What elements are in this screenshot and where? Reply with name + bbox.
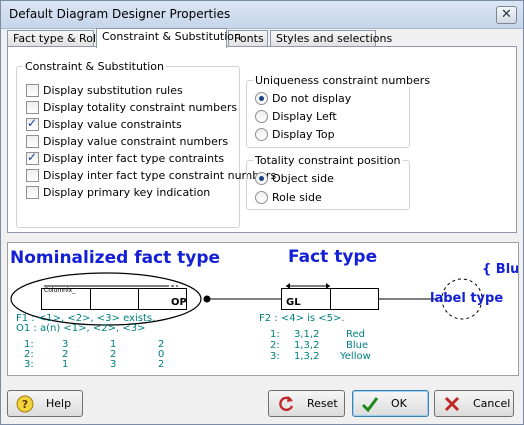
cancel-button-label: Cancel: [473, 397, 511, 410]
population-cell: 2: [158, 359, 165, 370]
population-cell: 1,3,2: [294, 340, 320, 351]
checkbox-box[interactable]: ✓: [26, 149, 39, 165]
radio-dot: [259, 95, 264, 101]
checkbox-box[interactable]: [26, 134, 39, 148]
checkbox-inter-fact-constraint-numbers[interactable]: Display inter fact type constraint numbe…: [26, 167, 276, 183]
radio-dot: [259, 175, 264, 181]
help-button[interactable]: ? Help: [7, 390, 83, 417]
help-button-label: Help: [46, 397, 72, 410]
radio-role-side[interactable]: Role side: [255, 189, 322, 205]
radio-display-top[interactable]: Display Top: [255, 126, 335, 142]
title-bar: Default Diagram Designer Properties ✕: [1, 1, 523, 29]
label-type-text: label type: [430, 291, 504, 306]
population-cell: Red: [346, 329, 365, 340]
o1-reading: O1 : a(n) <1>, <2>, <3>: [16, 323, 146, 334]
reset-button[interactable]: Reset: [268, 390, 345, 417]
column-label: Columnix_: [44, 287, 76, 294]
group-title: Totality constraint position: [253, 154, 403, 167]
checkbox-label: Display substitution rules: [43, 83, 183, 97]
help-icon: ?: [14, 393, 36, 415]
population-cell: Blue: [346, 340, 369, 351]
population-index: 1:: [270, 329, 280, 340]
checkbox-box[interactable]: [26, 185, 39, 199]
checkbox-value-constraint-numbers[interactable]: Display value constraint numbers: [26, 133, 228, 149]
ok-button-label: OK: [391, 397, 407, 410]
radio-object-side[interactable]: Object side: [255, 170, 334, 186]
checkmark-icon: ✓: [27, 115, 38, 130]
uniqueness-numbers-group: Uniqueness constraint numbers Do not dis…: [246, 74, 433, 148]
radio-circle[interactable]: [255, 190, 268, 204]
diagram-preview: Nominalized fact type Fact type { Blu Co…: [7, 242, 519, 376]
dialog-window: Default Diagram Designer Properties ✕ Fa…: [0, 0, 524, 425]
checkmark-icon: ✓: [27, 149, 38, 164]
tab-panel: Constraint & Substitution Display substi…: [7, 46, 517, 233]
population-cell: Yellow: [340, 351, 371, 362]
population-cell: 1: [62, 359, 69, 370]
reset-button-label: Reset: [307, 397, 338, 410]
radio-label: Object side: [272, 171, 334, 185]
radio-label: Role side: [272, 190, 322, 204]
reset-icon: [275, 393, 297, 415]
checkbox-box[interactable]: [26, 83, 39, 97]
cancel-button[interactable]: Cancel: [434, 390, 514, 417]
op-label: OP: [171, 297, 187, 308]
tab-label: Constraint & Substitution: [102, 30, 241, 43]
tab-label: Styles and selections: [276, 32, 393, 45]
radio-do-not-display[interactable]: Do not display: [255, 90, 351, 106]
role-divider: [90, 289, 91, 309]
button-bar: ? Help Reset OK Cancel: [1, 380, 523, 424]
tab-fact-type-role[interactable]: Fact type & Role: [7, 30, 103, 47]
svg-text:?: ?: [22, 398, 28, 411]
radio-display-left[interactable]: Display Left: [255, 108, 337, 124]
close-button[interactable]: ✕: [496, 6, 517, 24]
radio-label: Display Left: [272, 109, 337, 123]
checkbox-totality-numbers[interactable]: Display totality constraint numbers: [26, 99, 237, 115]
checkbox-label: Display inter fact type constraint numbe…: [43, 168, 277, 182]
nominalized-fact-box: Columnix_ OP: [41, 287, 187, 310]
radio-circle[interactable]: [255, 109, 268, 123]
population-index: 2:: [270, 340, 280, 351]
window-title: Default Diagram Designer Properties: [9, 7, 231, 21]
checkbox-box[interactable]: [26, 100, 39, 114]
group-title: Uniqueness constraint numbers: [253, 74, 433, 87]
radio-label: Do not display: [272, 91, 352, 105]
population-index: 3:: [24, 359, 34, 370]
role-divider: [330, 289, 331, 309]
checkbox-label: Display primary key indication: [43, 185, 211, 199]
population-cell: 3,1,2: [294, 329, 320, 340]
radio-circle[interactable]: [255, 171, 268, 185]
population-cell: 1,3,2: [294, 351, 320, 362]
checkbox-box[interactable]: ✓: [26, 115, 39, 131]
group-title: Constraint & Substitution: [23, 60, 166, 73]
radio-circle[interactable]: [255, 127, 268, 141]
population-cell: 3: [110, 359, 117, 370]
population-index: 3:: [270, 351, 280, 362]
totality-position-group: Totality constraint position Object side…: [246, 154, 410, 210]
role-divider: [138, 289, 139, 309]
checkbox-value-constraints[interactable]: ✓ Display value constraints: [26, 116, 182, 132]
checkbox-substitution-rules[interactable]: Display substitution rules: [26, 82, 183, 98]
gl-label: GL: [286, 297, 301, 308]
f2-reading: F2 : <4> is <5>.: [259, 313, 345, 324]
checkbox-label: Display inter fact type contraints: [43, 151, 225, 165]
checkmark-icon: [359, 393, 381, 415]
fact-type-box: GL: [281, 288, 379, 310]
radio-circle[interactable]: [255, 91, 268, 105]
checkbox-box[interactable]: [26, 168, 39, 182]
checkbox-label: Display value constraint numbers: [43, 134, 229, 148]
ok-button[interactable]: OK: [352, 390, 429, 417]
tab-styles-selections[interactable]: Styles and selections: [270, 30, 392, 47]
mandatory-dot: [203, 295, 211, 303]
checkbox-label: Display value constraints: [43, 117, 182, 131]
tab-constraint-substitution[interactable]: Constraint & Substitution: [96, 28, 241, 48]
close-icon: ✕: [501, 7, 512, 22]
radio-label: Display Top: [272, 127, 335, 141]
checkbox-inter-fact-constraints[interactable]: ✓ Display inter fact type contraints: [26, 150, 224, 166]
cancel-icon: [441, 393, 463, 415]
checkbox-label: Display totality constraint numbers: [43, 100, 238, 114]
checkbox-primary-key[interactable]: Display primary key indication: [26, 184, 210, 200]
tab-label: Fact type & Role: [13, 32, 103, 45]
